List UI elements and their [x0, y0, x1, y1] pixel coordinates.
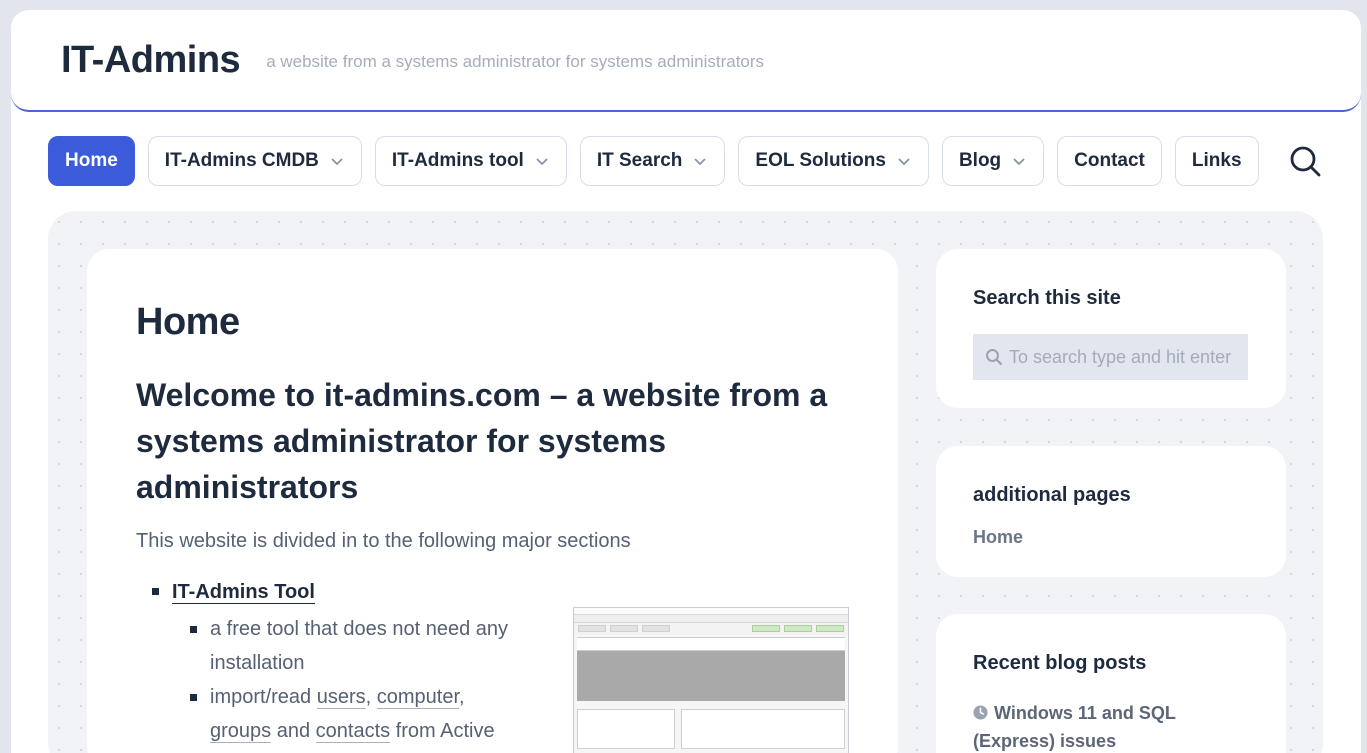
text: , [459, 686, 465, 708]
nav-blog[interactable]: Blog [941, 136, 1045, 186]
page-link-home[interactable]: Home [973, 527, 1249, 548]
nav-label: Home [65, 150, 118, 171]
widget-title: additional pages [973, 484, 1131, 506]
site-header: IT-Admins a website from a systems admin… [11, 10, 1361, 112]
search-field[interactable] [973, 334, 1248, 380]
chevron-down-icon [896, 153, 912, 169]
search-icon[interactable] [1288, 144, 1322, 178]
nav-label: EOL Solutions [755, 150, 886, 171]
page-title: Home [136, 301, 240, 343]
nav-label: Blog [958, 150, 1002, 171]
blog-widget: Recent blog posts Windows 11 and SQL (Ex… [936, 614, 1286, 753]
nav-it-admins-cmdb[interactable]: IT-Admins CMDB [147, 136, 362, 186]
nav-label: IT-Admins CMDB [164, 150, 319, 171]
list-text: a free tool that does not need any insta… [210, 618, 508, 674]
clock-icon [973, 705, 988, 720]
chevron-down-icon [1011, 153, 1027, 169]
chevron-down-icon [692, 153, 708, 169]
bullet-icon [190, 694, 197, 701]
nav-contact[interactable]: Contact [1057, 136, 1162, 186]
text: , [365, 686, 377, 708]
welcome-heading: Welcome to it-admins.com – a website fro… [136, 377, 828, 505]
bullet-icon [152, 588, 159, 596]
users-link[interactable]: users [316, 686, 366, 709]
text: and [271, 720, 316, 742]
list-text: import/read users, computer, groups and … [210, 680, 512, 748]
chevron-down-icon [534, 153, 550, 169]
widget-title: Recent blog posts [973, 652, 1147, 674]
site-title[interactable]: IT-Admins [61, 39, 241, 82]
pages-widget: additional pages Home [936, 446, 1286, 577]
blog-post-link[interactable]: Windows 11 and SQL (Express) issues [973, 699, 1249, 753]
nav-label: Contact [1074, 150, 1145, 171]
nav-label: IT-Admins tool [391, 150, 524, 171]
it-admins-tool-link[interactable]: IT-Admins Tool [172, 581, 315, 604]
nav-it-search[interactable]: IT Search [579, 136, 726, 186]
tool-screenshot-image[interactable] [573, 607, 849, 753]
nav-links[interactable]: Links [1174, 136, 1259, 186]
search-widget: Search this site [936, 249, 1286, 408]
bullet-icon [190, 626, 197, 633]
computer-link[interactable]: computer [376, 686, 460, 709]
main-nav: Home IT-Admins CMDB IT-Admins tool IT Se… [48, 136, 1259, 186]
site-tagline: a website from a systems administrator f… [266, 52, 765, 71]
text: from Active [390, 720, 495, 742]
groups-link[interactable]: groups [210, 720, 272, 743]
list-item: a free tool that does not need any insta… [190, 612, 512, 680]
text: import/read [210, 686, 317, 708]
post-title: Windows 11 and SQL (Express) issues [973, 703, 1176, 751]
nav-home[interactable]: Home [48, 136, 135, 186]
sub-list: a free tool that does not need any insta… [152, 612, 512, 748]
search-input[interactable] [1008, 346, 1248, 368]
chevron-down-icon [329, 153, 345, 169]
article: Home Welcome to it-admins.com – a websit… [87, 249, 898, 753]
contacts-link[interactable]: contacts [315, 720, 391, 743]
search-icon [985, 349, 1003, 366]
nav-it-admins-tool[interactable]: IT-Admins tool [374, 136, 567, 186]
widget-title: Search this site [973, 287, 1121, 309]
nav-label: Links [1191, 150, 1242, 171]
list-item: import/read users, computer, groups and … [190, 680, 512, 748]
nav-eol-solutions[interactable]: EOL Solutions [738, 136, 929, 186]
intro-text: This website is divided in to the follow… [136, 530, 631, 552]
nav-label: IT Search [596, 150, 683, 171]
